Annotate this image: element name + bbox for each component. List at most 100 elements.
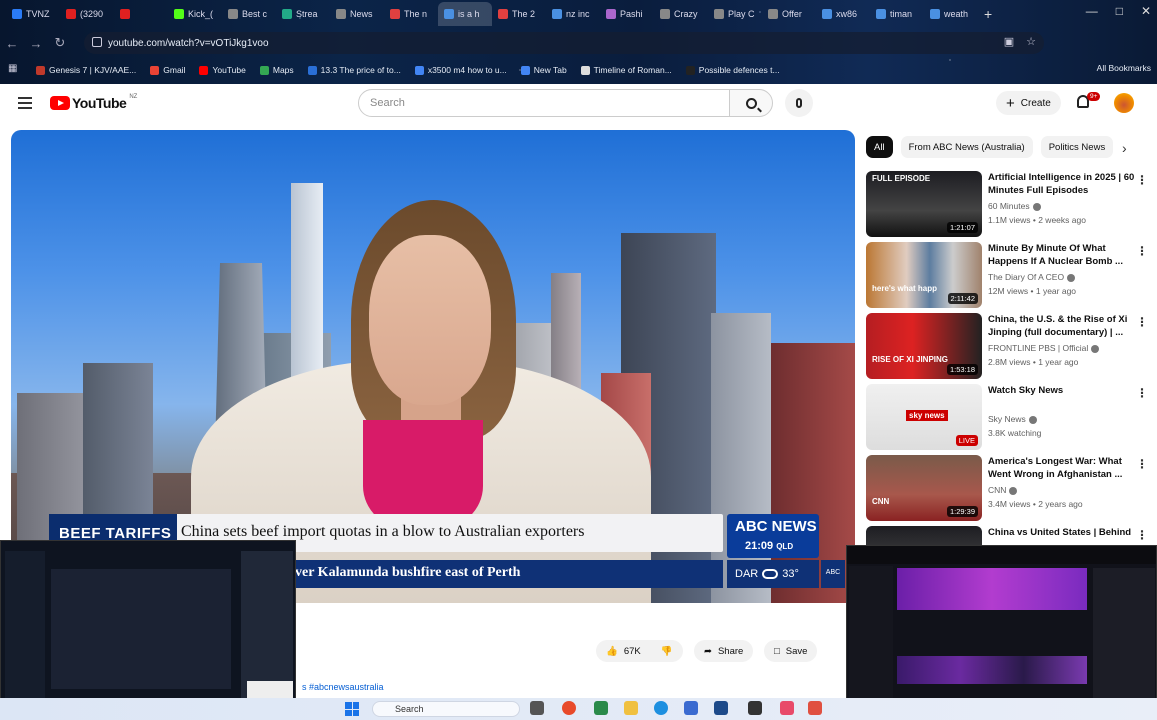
app-icon[interactable] — [748, 701, 762, 715]
thumbs-down-icon[interactable]: 👎 — [661, 646, 673, 657]
filter-chip[interactable]: Politics News — [1040, 136, 1114, 158]
browser-tab[interactable]: (3290 — [60, 2, 114, 26]
channel-name[interactable]: FRONTLINE PBS | Official — [988, 343, 1100, 353]
more-options-icon[interactable]: ⋮ — [1136, 528, 1148, 542]
browser-tab[interactable]: Crazy — [654, 2, 708, 26]
app-icon[interactable] — [684, 701, 698, 715]
duration-badge: 1:29:39 — [946, 506, 978, 517]
browser-tab[interactable]: is a h — [438, 2, 492, 26]
avatar[interactable] — [1114, 93, 1134, 113]
site-info-icon[interactable] — [92, 37, 102, 47]
browser-tab[interactable]: xw86 — [816, 2, 870, 26]
channel-name[interactable]: The Diary Of A CEO — [988, 272, 1076, 282]
like-button[interactable]: 👍 67K 👎 — [596, 640, 683, 662]
bookmark-item[interactable]: 13.3 The price of to... — [307, 65, 401, 75]
search-input[interactable]: Search — [358, 89, 730, 117]
share-button[interactable]: ➦ Share — [694, 640, 754, 662]
video-thumbnail[interactable] — [866, 526, 982, 546]
recommended-video[interactable]: sky news LIVE Watch Sky News Sky News 3.8K w… — [866, 384, 1156, 450]
app-icon[interactable] — [780, 701, 794, 715]
menu-icon[interactable] — [18, 97, 32, 109]
video-thumbnail[interactable]: FULL EPISODE 1:21:07 — [866, 171, 982, 237]
browser-tab[interactable]: The 2 — [492, 2, 546, 26]
file-explorer-icon[interactable] — [624, 701, 638, 715]
taskview-icon[interactable] — [530, 701, 544, 715]
voice-search-button[interactable] — [785, 89, 813, 117]
taskbar-search[interactable]: Search — [372, 701, 520, 717]
video-title[interactable]: Minute By Minute Of What Happens If A Nu… — [988, 242, 1138, 268]
recommended-video[interactable]: here's what happ 2:11:42 Minute By Minute … — [866, 242, 1156, 308]
browser-tab[interactable]: News — [330, 2, 384, 26]
app-icon[interactable] — [808, 701, 822, 715]
bookmark-item[interactable]: YouTube — [199, 65, 246, 75]
bookmark-item[interactable]: Genesis 7 | KJV/AAE... — [36, 65, 136, 75]
video-title[interactable]: Watch Sky News — [988, 384, 1138, 397]
more-options-icon[interactable]: ⋮ — [1136, 457, 1148, 471]
channel-name[interactable]: 60 Minutes — [988, 201, 1041, 211]
bookmark-item[interactable]: x3500 m4 how to u... — [414, 65, 507, 75]
bookmark-item[interactable]: Possible defences t... — [685, 65, 780, 75]
new-tab-icon[interactable]: + — [984, 6, 992, 22]
video-title[interactable]: America's Longest War: What Went Wrong i… — [988, 455, 1138, 481]
channel-name[interactable]: Sky News — [988, 414, 1037, 424]
maximize-icon[interactable]: □ — [1116, 4, 1123, 18]
edge-icon[interactable] — [654, 701, 668, 715]
video-title[interactable]: China vs United States | Behind — [988, 526, 1138, 539]
address-bar[interactable]: youtube.com/watch?v=vOTiJkg1voo ▣ ☆ — [84, 32, 1044, 54]
bookmark-item[interactable]: New Tab — [520, 65, 567, 75]
chevron-right-icon[interactable]: › — [1122, 140, 1127, 156]
search-button[interactable] — [729, 89, 773, 117]
filter-chip[interactable]: All — [866, 136, 893, 158]
video-thumbnail[interactable]: here's what happ 2:11:42 — [866, 242, 982, 308]
video-player[interactable]: BEEF TARIFFS China sets beef import quot… — [11, 130, 855, 603]
bookmark-item[interactable]: Gmail — [150, 65, 185, 75]
chrome-icon[interactable] — [562, 701, 576, 715]
browser-tab[interactable]: Best c — [222, 2, 276, 26]
bookmark-star-icon[interactable]: ☆ — [1026, 35, 1036, 48]
recommended-video[interactable]: China vs United States | Behind ⋮ — [866, 526, 1156, 546]
install-icon[interactable]: ▣ — [1004, 35, 1014, 48]
video-title[interactable]: Artificial Intelligence in 2025 | 60 Min… — [988, 171, 1138, 197]
overlay-window-dashboard[interactable] — [0, 540, 296, 712]
reload-icon[interactable]: ↻ — [48, 35, 72, 51]
windows-start-icon[interactable] — [345, 702, 359, 716]
browser-tab[interactable]: weath — [924, 2, 978, 26]
video-title[interactable]: China, the U.S. & the Rise of Xi Jinping… — [988, 313, 1138, 339]
overlay-window-kick[interactable] — [846, 545, 1157, 712]
close-icon[interactable]: ✕ — [1141, 4, 1151, 18]
all-bookmarks[interactable]: All Bookmarks — [1097, 63, 1151, 73]
app-icon[interactable] — [594, 701, 608, 715]
browser-tab[interactable]: nz inc — [546, 2, 600, 26]
browser-tab[interactable]: Pashi — [600, 2, 654, 26]
video-thumbnail[interactable]: RISE OF XI JINPING 1:53:18 — [866, 313, 982, 379]
minimize-icon[interactable]: — — [1086, 4, 1098, 18]
browser-tab[interactable]: Strea — [276, 2, 330, 26]
more-options-icon[interactable]: ⋮ — [1136, 386, 1148, 400]
browser-tab[interactable]: Kick_( — [168, 2, 222, 26]
more-options-icon[interactable]: ⋮ — [1136, 315, 1148, 329]
browser-tab[interactable] — [114, 2, 168, 26]
recommended-video[interactable]: CNN 1:29:39 America's Longest War: What We… — [866, 455, 1156, 521]
browser-tab[interactable]: The n — [384, 2, 438, 26]
browser-tab[interactable]: Offer — [762, 2, 816, 26]
more-options-icon[interactable]: ⋮ — [1136, 244, 1148, 258]
more-options-icon[interactable]: ⋮ — [1136, 173, 1148, 187]
browser-tab[interactable]: TVNZ — [6, 2, 60, 26]
save-button[interactable]: □ Save — [764, 640, 818, 662]
video-thumbnail[interactable]: CNN 1:29:39 — [866, 455, 982, 521]
app-icon[interactable] — [714, 701, 728, 715]
hashtag-link[interactable]: s #abcnewsaustralia — [302, 682, 384, 692]
youtube-logo[interactable]: YouTube NZ — [50, 94, 137, 111]
filter-chip[interactable]: From ABC News (Australia) — [900, 136, 1033, 158]
bookmark-item[interactable]: Timeline of Roman... — [580, 65, 672, 75]
browser-tab[interactable]: Play C — [708, 2, 762, 26]
create-button[interactable]: + Create — [996, 91, 1061, 115]
browser-tab[interactable]: timan — [870, 2, 924, 26]
channel-name[interactable]: CNN — [988, 485, 1018, 495]
recommended-video[interactable]: FULL EPISODE 1:21:07 Artificial Intelligen… — [866, 171, 1156, 237]
video-thumbnail[interactable]: sky news LIVE — [866, 384, 982, 450]
bookmark-item[interactable]: Maps — [259, 65, 294, 75]
recommended-video[interactable]: RISE OF XI JINPING 1:53:18 China, the U.S.… — [866, 313, 1156, 379]
forward-icon[interactable]: → — [24, 36, 48, 51]
back-icon[interactable]: ← — [0, 36, 24, 51]
